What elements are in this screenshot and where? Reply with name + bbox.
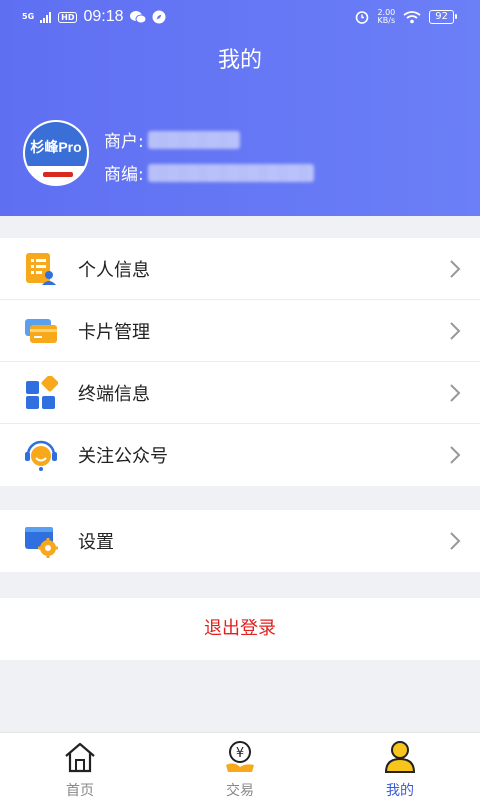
menu-item-terminal-info[interactable]: 终端信息: [0, 362, 480, 424]
alarm-icon: [356, 11, 369, 24]
menu-label: 卡片管理: [78, 321, 150, 343]
tab-label: 我的: [386, 783, 414, 799]
tab-home[interactable]: 首页: [0, 733, 160, 800]
hd-badge: HD: [58, 11, 78, 23]
customer-service-icon: [25, 440, 57, 471]
menu-item-settings[interactable]: 设置: [0, 510, 480, 572]
battery-indicator: 92: [429, 10, 457, 24]
menu-group-settings: 设置: [0, 510, 480, 572]
avatar-stripe: [43, 172, 73, 177]
card-icon: [25, 319, 57, 343]
compass-icon: [152, 10, 166, 24]
wifi-icon: [403, 10, 421, 23]
home-icon: [65, 742, 95, 773]
profile-header: 5G HD 09:18 2.00 KB/s 92 我的 杉峰Pro 商户: 商编…: [0, 0, 480, 216]
menu-item-personal-info[interactable]: 个人信息: [0, 238, 480, 300]
tab-label: 首页: [66, 783, 94, 799]
menu-label: 个人信息: [78, 259, 150, 281]
page-title: 我的: [217, 48, 262, 73]
status-bar: 5G HD 09:18 2.00 KB/s 92: [0, 0, 480, 36]
svg-text:¥: ¥: [236, 746, 244, 761]
user-icon: [384, 741, 416, 773]
merchant-code-label: 商编:: [104, 165, 144, 185]
merchant-code-redacted: [147, 163, 314, 182]
menu-label: 设置: [78, 532, 114, 553]
chevron-right-icon: [450, 322, 461, 340]
tab-label: 交易: [226, 783, 254, 799]
chevron-right-icon: [450, 532, 461, 550]
chevron-right-icon: [450, 384, 461, 402]
bottom-tab-bar: 首页 ¥ 交易 我的: [0, 732, 480, 800]
menu-label: 终端信息: [78, 383, 150, 405]
wechat-icon: [129, 11, 146, 24]
personal-info-icon: [26, 253, 56, 285]
yuan-hand-icon: ¥: [226, 741, 254, 772]
signal-icon: [40, 11, 52, 23]
status-time: 09:18: [83, 8, 124, 25]
avatar-brand: 杉峰Pro: [30, 139, 82, 155]
merchant-name-redacted: [147, 130, 240, 149]
network-speed: 2.00 KB/s: [377, 8, 396, 25]
menu-group-main: 个人信息 卡片管理 终端信息 关注公众号: [0, 238, 480, 486]
menu-label: 关注公众号: [78, 446, 168, 467]
merchant-label: 商户:: [104, 132, 144, 152]
chevron-right-icon: [450, 260, 461, 278]
tab-transactions[interactable]: ¥ 交易: [160, 733, 320, 800]
chevron-right-icon: [450, 446, 461, 464]
logout-button[interactable]: 退出登录: [0, 598, 480, 660]
merchant-name-row: 商户:: [104, 127, 240, 152]
avatar[interactable]: 杉峰Pro: [23, 120, 89, 186]
merchant-code-row: 商编:: [104, 160, 314, 185]
network-indicator: 5G: [22, 12, 35, 21]
menu-item-follow-account[interactable]: 关注公众号: [0, 424, 480, 486]
menu-item-card-management[interactable]: 卡片管理: [0, 300, 480, 362]
tab-mine[interactable]: 我的: [320, 733, 480, 800]
settings-icon: [25, 527, 58, 558]
terminal-icon: [26, 376, 58, 409]
